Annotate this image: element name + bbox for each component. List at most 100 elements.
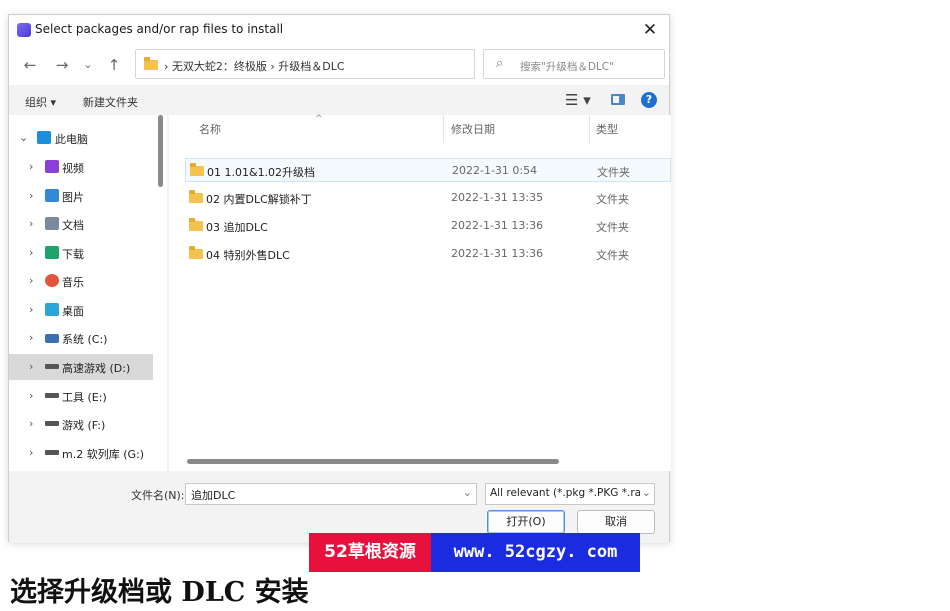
navigation-bar: ← → ⌄ ↑ › 无双大蛇2：终极版 › 升级档＆DLC ⌵ ↻ ⌕ 搜索"升… xyxy=(9,45,669,85)
sidebar-item-label: 工具 (E:) xyxy=(62,391,107,404)
folder-icon xyxy=(144,57,158,70)
chevron-right-icon[interactable]: › xyxy=(29,246,33,259)
sidebar-item-label: 此电脑 xyxy=(55,133,88,146)
table-row[interactable]: 02 内置DLC解锁补丁 2022-1-31 13:35 文件夹 xyxy=(185,186,671,210)
title-bar: Select packages and/or rap files to inst… xyxy=(9,15,669,45)
horizontal-scrollbar[interactable] xyxy=(187,459,559,464)
organize-menu[interactable]: 组织 ▾ xyxy=(25,94,56,110)
chevron-right-icon[interactable]: › xyxy=(29,360,33,373)
file-type: 文件夹 xyxy=(597,166,630,179)
sidebar-item-drive-g[interactable]: › m.2 软列库 (G:) xyxy=(9,440,153,466)
command-bar: 组织 ▾ 新建文件夹 ☰ ▾ ? xyxy=(9,85,669,115)
preview-pane-icon[interactable] xyxy=(611,94,625,105)
file-name: 02 内置DLC解锁补丁 xyxy=(206,193,312,206)
column-header-name[interactable]: 名称 xyxy=(199,121,221,137)
chevron-right-icon[interactable]: › xyxy=(29,303,33,316)
sidebar-item-label: 下载 xyxy=(62,248,84,261)
file-name: 03 追加DLC xyxy=(206,221,268,234)
sidebar-item-drive-f[interactable]: › 游戏 (F:) xyxy=(9,411,153,437)
table-row[interactable]: 04 特别外售DLC 2022-1-31 13:36 文件夹 xyxy=(185,242,671,266)
address-bar[interactable]: › 无双大蛇2：终极版 › 升级档＆DLC ⌵ ↻ xyxy=(135,49,591,79)
sidebar-item-drive-c[interactable]: › 系统 (C:) xyxy=(9,325,153,351)
file-list[interactable]: 名称 ^ 修改日期 类型 01 1.01&1.02升级档 2022-1-31 0… xyxy=(169,114,671,471)
sidebar-item-label: 视频 xyxy=(62,162,84,175)
close-icon[interactable]: ✕ xyxy=(639,19,661,41)
back-arrow-icon[interactable]: ← xyxy=(19,54,41,76)
chevron-right-icon[interactable]: › xyxy=(29,389,33,402)
folder-icon xyxy=(189,246,203,259)
up-arrow-icon[interactable]: ↑ xyxy=(103,54,125,76)
sidebar-item-downloads[interactable]: › 下载 xyxy=(9,240,153,266)
watermark-banner: 52草根资源 www. 52cgzy. com xyxy=(309,533,640,572)
view-options-icon[interactable]: ☰ ▾ xyxy=(565,91,591,109)
sidebar-item-drive-e[interactable]: › 工具 (E:) xyxy=(9,383,153,409)
sidebar-item-label: 音乐 xyxy=(62,276,84,289)
new-folder-button[interactable]: 新建文件夹 xyxy=(83,94,138,110)
sidebar-item-desktop[interactable]: › 桌面 xyxy=(9,297,153,323)
table-row[interactable]: 03 追加DLC 2022-1-31 13:36 文件夹 xyxy=(185,214,671,238)
sidebar-item-drive-d[interactable]: › 高速游戏 (D:) xyxy=(9,354,153,380)
file-type-filter[interactable]: All relevant (*.pkg *.PKG *.rap ⌄ xyxy=(485,483,655,505)
cancel-button[interactable]: 取消 xyxy=(577,510,655,534)
music-icon xyxy=(45,274,59,287)
column-header-type[interactable]: 类型 xyxy=(596,121,618,137)
folder-icon xyxy=(189,190,203,203)
chevron-right-icon[interactable]: › xyxy=(29,446,33,459)
table-row[interactable]: 01 1.01&1.02升级档 2022-1-31 0:54 文件夹 xyxy=(185,158,671,182)
column-divider[interactable] xyxy=(443,115,444,143)
sidebar-item-pictures[interactable]: › 图片 xyxy=(9,183,153,209)
recent-locations-icon[interactable]: ⌄ xyxy=(77,54,99,76)
filename-value: 追加DLC xyxy=(191,489,236,502)
help-icon[interactable]: ? xyxy=(641,92,657,108)
sidebar-item-label: m.2 软列库 (G:) xyxy=(62,448,145,461)
sidebar-item-documents[interactable]: › 文档 xyxy=(9,211,153,237)
chevron-right-icon[interactable]: › xyxy=(29,331,33,344)
folder-icon xyxy=(190,163,204,176)
search-placeholder: 搜索"升级档＆DLC" xyxy=(520,61,614,73)
file-date: 2022-1-31 13:36 xyxy=(451,219,544,232)
sidebar-item-videos[interactable]: › 视频 xyxy=(9,154,153,180)
chevron-right-icon[interactable]: › xyxy=(29,417,33,430)
sidebar-item-label: 高速游戏 (D:) xyxy=(62,362,131,375)
file-type: 文件夹 xyxy=(596,249,629,262)
search-icon: ⌕ xyxy=(496,56,504,71)
file-date: 2022-1-31 13:35 xyxy=(451,191,544,204)
navigation-pane[interactable]: ⌄ 此电脑 › 视频 › 图片 › 文档 › 下载 › 音乐 › 桌面 › 系统… xyxy=(9,115,167,471)
sidebar-item-label: 文档 xyxy=(62,219,84,232)
chevron-right-icon[interactable]: › xyxy=(29,160,33,173)
address-path: › 无双大蛇2：终极版 › 升级档＆DLC xyxy=(164,60,345,73)
file-date: 2022-1-31 13:36 xyxy=(451,247,544,260)
chevron-right-icon[interactable]: › xyxy=(29,217,33,230)
open-button[interactable]: 打开(O) xyxy=(487,510,565,534)
column-divider[interactable] xyxy=(589,115,590,143)
chevron-right-icon[interactable]: › xyxy=(29,189,33,202)
video-icon xyxy=(45,160,59,173)
drive-icon xyxy=(45,421,59,426)
drive-c-icon xyxy=(45,334,59,343)
sidebar-item-music[interactable]: › 音乐 xyxy=(9,268,153,294)
download-icon xyxy=(45,246,59,259)
filename-field[interactable]: 追加DLC ⌄ xyxy=(185,483,477,505)
sidebar-scrollbar[interactable] xyxy=(158,115,163,187)
column-header-date[interactable]: 修改日期 xyxy=(451,121,495,137)
app-icon xyxy=(17,23,31,37)
file-name: 01 1.01&1.02升级档 xyxy=(207,166,316,179)
chevron-down-icon[interactable]: ⌄ xyxy=(19,131,28,144)
forward-arrow-icon[interactable]: → xyxy=(51,54,73,76)
sidebar-item-label: 游戏 (F:) xyxy=(62,419,106,432)
banner-site-url: www. 52cgzy. com xyxy=(431,533,640,572)
drive-icon xyxy=(45,364,59,369)
screenshot: Select packages and/or rap files to inst… xyxy=(0,0,950,611)
banner-site-name: 52草根资源 xyxy=(309,533,431,572)
file-name: 04 特别外售DLC xyxy=(206,249,290,262)
file-date: 2022-1-31 0:54 xyxy=(452,164,538,177)
chevron-down-icon[interactable]: ⌄ xyxy=(639,486,651,499)
chevron-right-icon[interactable]: › xyxy=(29,274,33,287)
desktop-icon xyxy=(45,303,59,316)
search-input[interactable]: ⌕ 搜索"升级档＆DLC" xyxy=(483,49,665,79)
page-caption: 选择升级档或 DLC 安装 xyxy=(10,577,309,608)
chevron-down-icon[interactable]: ⌄ xyxy=(463,486,472,499)
file-type: 文件夹 xyxy=(596,193,629,206)
file-type: 文件夹 xyxy=(596,221,629,234)
sidebar-item-this-pc[interactable]: ⌄ 此电脑 xyxy=(9,125,153,151)
